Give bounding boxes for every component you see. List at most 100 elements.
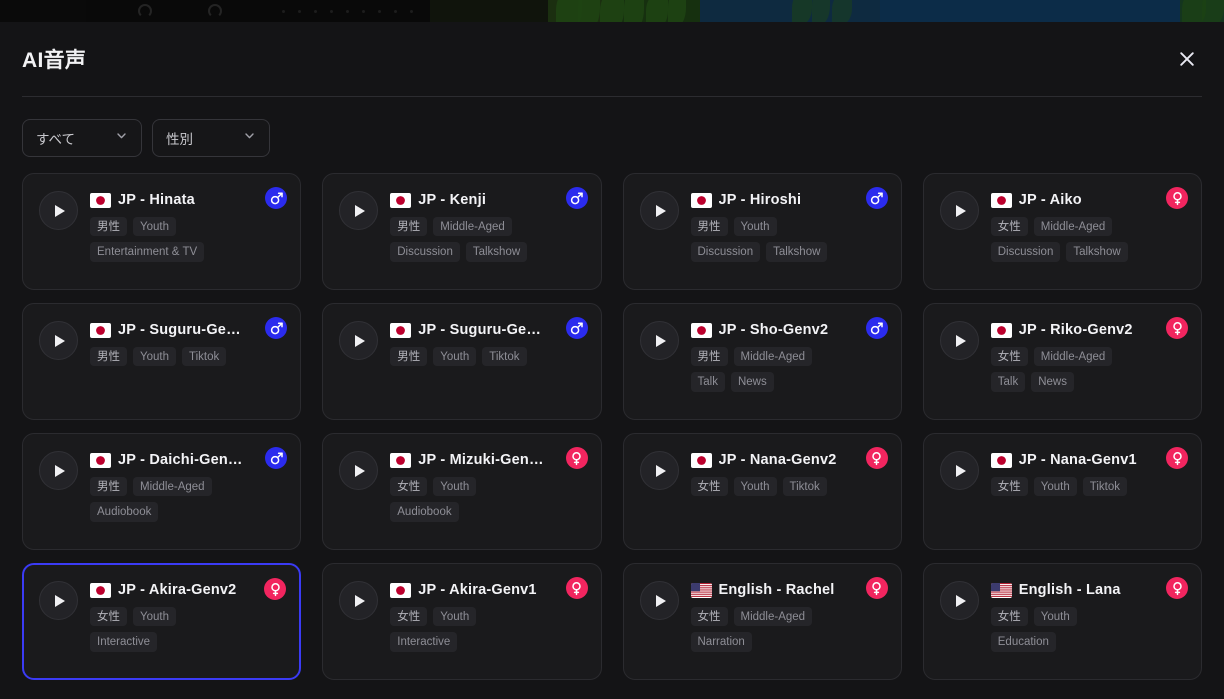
- voice-tag: Tiktok: [182, 347, 227, 367]
- play-button[interactable]: [39, 191, 78, 230]
- jp-flag-icon: [690, 192, 712, 208]
- ai-voice-modal: AI音声 すべて 性別 JP - Hinata 男性 Youth Enterta…: [0, 22, 1224, 699]
- play-button[interactable]: [939, 321, 979, 360]
- play-button[interactable]: [639, 191, 679, 230]
- voice-card[interactable]: English - Lana 女性 Youth Education: [922, 563, 1202, 680]
- tag-row: 男性 Youth: [90, 217, 284, 237]
- gender-badge: [565, 317, 588, 339]
- us-flag-icon: [690, 582, 712, 598]
- background-toolbar: [86, 0, 430, 22]
- tag-row: 男性 Middle-Aged: [690, 347, 885, 367]
- play-button[interactable]: [39, 581, 78, 620]
- voice-tag: Youth: [133, 217, 176, 237]
- voice-tag: 女性: [690, 607, 728, 627]
- male-icon: [869, 321, 884, 336]
- jp-flag-icon: [990, 322, 1012, 338]
- voice-tag: Education: [990, 632, 1056, 652]
- play-button[interactable]: [939, 581, 979, 620]
- tag-row: Discussion Talkshow: [390, 242, 584, 262]
- redo-icon: [208, 4, 222, 18]
- voice-tag: 女性: [990, 607, 1028, 627]
- tag-row: 男性 Youth Tiktok: [90, 347, 284, 367]
- play-button[interactable]: [639, 321, 679, 360]
- filter-gender-dropdown[interactable]: 性別: [152, 119, 270, 157]
- tag-row: 女性 Middle-Aged: [690, 607, 885, 627]
- play-button[interactable]: [339, 451, 379, 490]
- gender-badge: [565, 577, 588, 599]
- voice-grid-scroll-area[interactable]: JP - Hinata 男性 Youth Entertainment & TV JP -…: [0, 157, 1224, 699]
- voice-card[interactable]: JP - Kenji 男性 Middle-Aged Discussion Talksho…: [322, 173, 602, 290]
- close-button[interactable]: [1172, 44, 1202, 74]
- voice-name: JP - Nana-Genv2: [718, 452, 837, 468]
- voice-tag: Discussion: [990, 242, 1061, 262]
- voice-card[interactable]: JP - Aiko 女性 Middle-Aged Discussion Talkshow: [922, 173, 1202, 290]
- jp-flag-icon: [390, 322, 412, 338]
- play-button[interactable]: [339, 191, 379, 230]
- filter-category-dropdown[interactable]: すべて: [22, 119, 142, 157]
- voice-tag: Youth: [133, 607, 176, 627]
- voice-tag: Discussion: [690, 242, 761, 262]
- voice-name: JP - Akira-Genv1: [418, 582, 537, 598]
- voice-tag: Youth: [433, 477, 477, 497]
- jp-flag-icon: [390, 452, 412, 468]
- voice-name: JP - Suguru-Ge…: [418, 322, 542, 338]
- jp-flag-icon: [990, 452, 1012, 468]
- gender-badge: [565, 187, 588, 209]
- voice-name: English - Rachel: [718, 582, 835, 598]
- voice-card[interactable]: English - Rachel 女性 Middle-Aged Narration: [622, 563, 902, 680]
- tag-row: Narration: [690, 632, 885, 652]
- play-button[interactable]: [339, 581, 379, 620]
- tag-row: 男性 Youth: [690, 217, 885, 237]
- voice-card[interactable]: JP - Suguru-Ge… 男性 Youth Tiktok: [322, 303, 602, 420]
- voice-tag: 女性: [90, 607, 127, 627]
- voice-card[interactable]: JP - Hinata 男性 Youth Entertainment & TV: [22, 173, 302, 290]
- play-button[interactable]: [639, 451, 679, 490]
- voice-tag: 女性: [990, 347, 1028, 367]
- chevron-down-icon: [243, 129, 256, 147]
- voice-tag: Talk: [990, 372, 1026, 392]
- voice-card[interactable]: JP - Daichi-Gen… 男性 Middle-Aged Audiobook: [22, 433, 302, 550]
- voice-name: JP - Nana-Genv1: [1018, 452, 1137, 468]
- voice-tag: 男性: [90, 477, 127, 497]
- voice-tag: 男性: [90, 217, 127, 237]
- voice-card[interactable]: JP - Hiroshi 男性 Youth Discussion Talkshow: [622, 173, 902, 290]
- filter-bar: すべて 性別: [0, 97, 1224, 157]
- voice-tag: News: [730, 372, 774, 392]
- play-button[interactable]: [939, 191, 979, 230]
- voice-tag: 女性: [990, 217, 1028, 237]
- voice-name: English - Lana: [1018, 582, 1121, 598]
- voice-name: JP - Daichi-Gen…: [118, 452, 243, 468]
- female-icon: [1170, 581, 1185, 596]
- voice-card[interactable]: JP - Suguru-Ge… 男性 Youth Tiktok: [22, 303, 302, 420]
- voice-card[interactable]: JP - Akira-Genv2 女性 Youth Interactive: [22, 563, 302, 680]
- voice-tag: Discussion: [390, 242, 460, 262]
- filter-gender-label: 性別: [166, 132, 193, 147]
- play-button[interactable]: [639, 581, 679, 620]
- voice-tag: 女性: [990, 477, 1028, 497]
- voice-card[interactable]: JP - Mizuki-Gen… 女性 Youth Audiobook: [322, 433, 602, 550]
- voice-tag: Interactive: [90, 632, 158, 652]
- play-icon: [355, 334, 366, 347]
- voice-tag: Tiktok: [1082, 477, 1127, 497]
- voice-name: JP - Akira-Genv2: [118, 582, 237, 598]
- voice-card[interactable]: JP - Sho-Genv2 男性 Middle-Aged Talk News: [622, 303, 902, 420]
- tag-row: Interactive: [90, 632, 284, 652]
- gender-badge: [865, 447, 888, 469]
- jp-flag-icon: [90, 192, 111, 208]
- tag-row: Audiobook: [390, 502, 584, 522]
- voice-card[interactable]: JP - Akira-Genv1 女性 Youth Interactive: [322, 563, 602, 680]
- play-button[interactable]: [39, 451, 78, 490]
- tag-row: Discussion Talkshow: [690, 242, 885, 262]
- play-button[interactable]: [939, 451, 979, 490]
- voice-card[interactable]: JP - Nana-Genv1 女性 Youth Tiktok: [922, 433, 1202, 550]
- voice-card[interactable]: JP - Riko-Genv2 女性 Middle-Aged Talk News: [922, 303, 1202, 420]
- voice-card[interactable]: JP - Nana-Genv2 女性 Youth Tiktok: [622, 433, 902, 550]
- play-button[interactable]: [39, 321, 78, 360]
- tag-row: 女性 Middle-Aged: [990, 217, 1185, 237]
- voice-tag: Tiktok: [782, 477, 827, 497]
- voice-name: JP - Hiroshi: [718, 192, 802, 208]
- play-icon: [55, 334, 65, 347]
- tag-row: 女性 Youth: [990, 607, 1185, 627]
- play-button[interactable]: [339, 321, 379, 360]
- jp-flag-icon: [690, 322, 712, 338]
